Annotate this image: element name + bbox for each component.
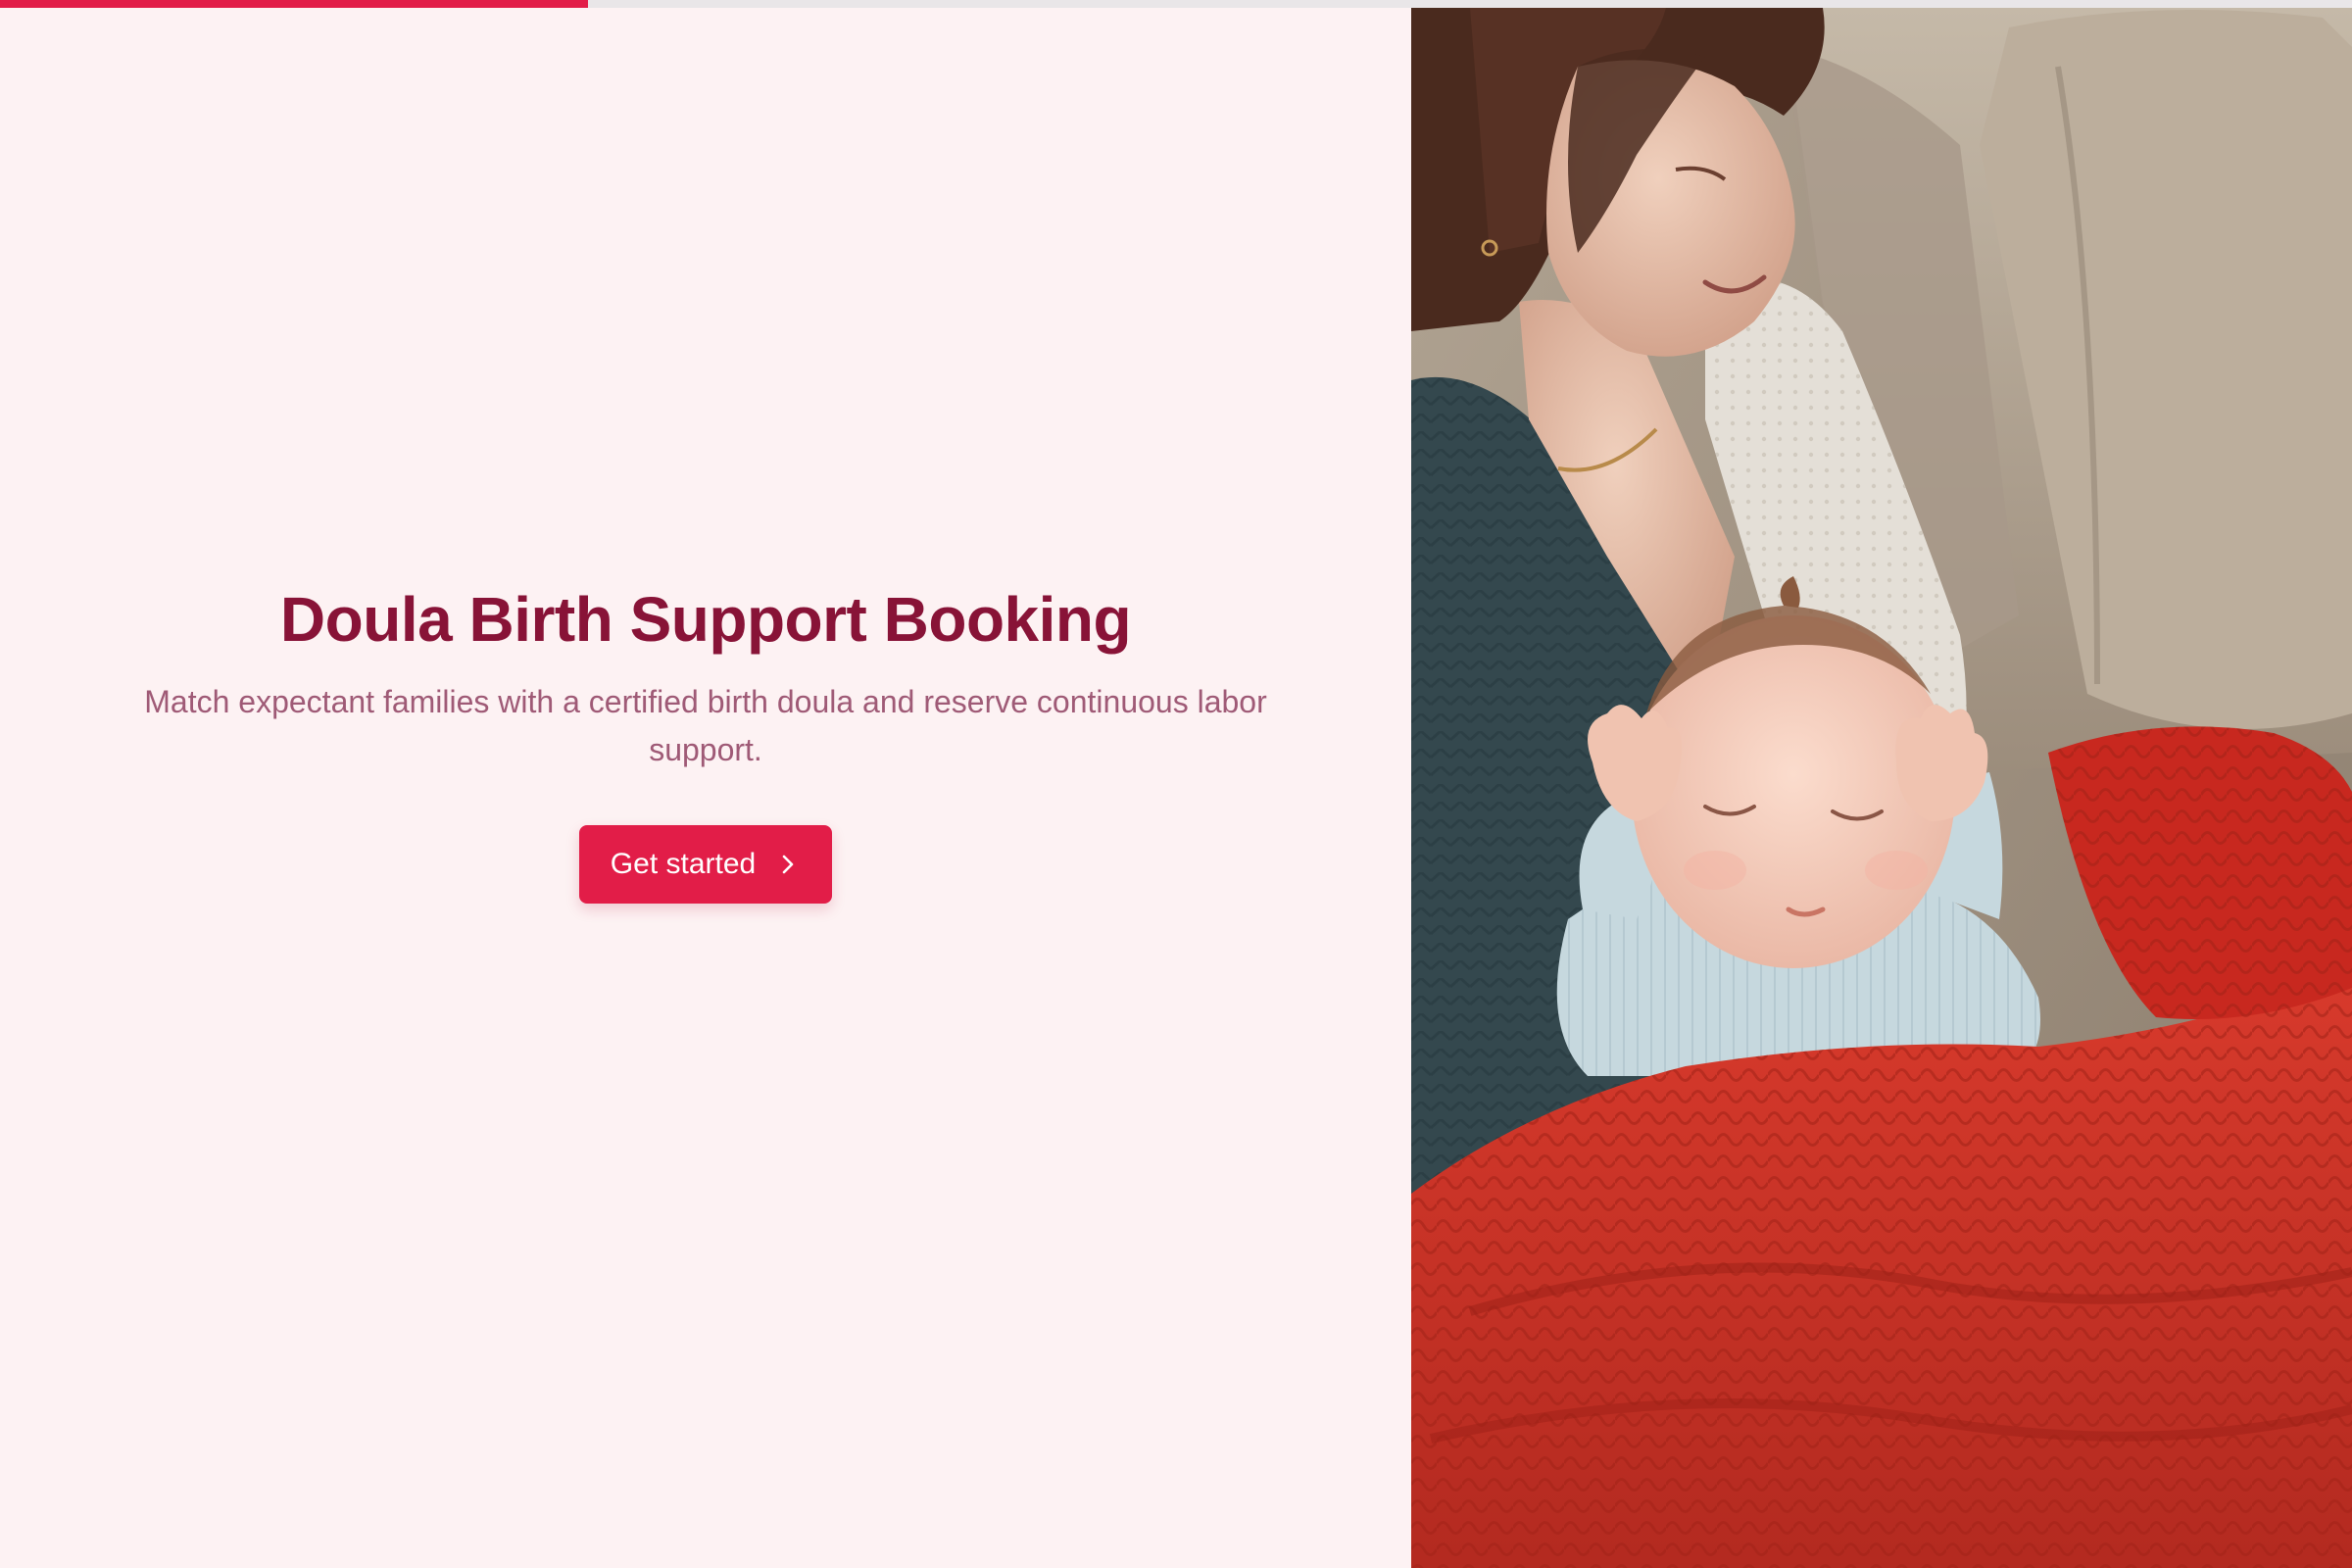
mother-and-newborn-image [1411, 8, 2352, 1568]
progress-bar-fill [0, 0, 588, 8]
get-started-label: Get started [610, 848, 757, 880]
get-started-button[interactable]: Get started [578, 825, 833, 904]
chevron-right-icon [781, 854, 795, 875]
page-title: Doula Birth Support Booking [279, 584, 1132, 655]
page-subtitle: Match expectant families with a certifie… [144, 684, 1267, 767]
progress-bar [0, 0, 2352, 8]
intro-panel: Doula Birth Support Booking Match expect… [0, 8, 1411, 1568]
hero-content: Doula Birth Support Booking Match expect… [88, 582, 1323, 904]
hero-photo [1411, 8, 2352, 1568]
